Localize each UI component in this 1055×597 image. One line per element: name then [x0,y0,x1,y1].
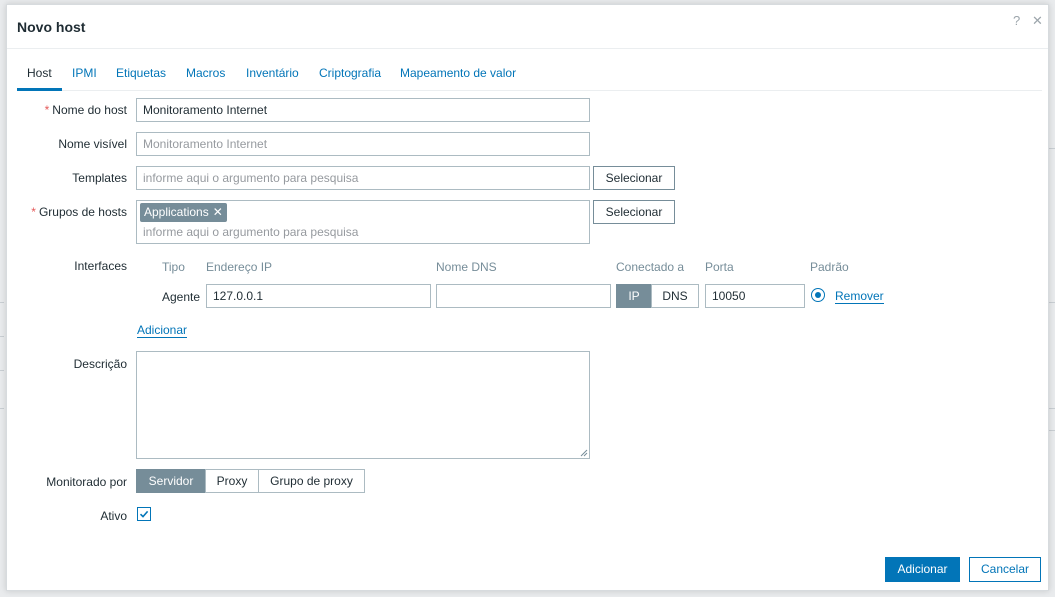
interface-connect-header: Conectado a [616,260,685,274]
help-icon[interactable]: ? [1013,13,1020,28]
connect-ip-option[interactable]: IP [616,284,652,308]
templates-search-input[interactable]: informe aqui o argumento para pesquisa [136,166,590,190]
cancel-button[interactable]: Cancelar [969,557,1041,582]
visible-name-label: Nome visível [58,137,127,151]
monitored-by-server-option[interactable]: Servidor [136,469,206,493]
interface-type-agent: Agente [162,290,201,304]
background-line [1049,148,1055,149]
description-textarea[interactable] [136,351,590,459]
connect-dns-option[interactable]: DNS [651,284,699,308]
interface-default-header: Padrão [810,260,849,274]
checkmark-icon [139,510,149,518]
tab-host[interactable]: Host [27,66,52,80]
background-line [1049,302,1055,303]
tab-macros[interactable]: Macros [186,66,225,80]
host-group-chip: Applications ✕ [140,203,227,222]
interface-dns-input[interactable] [436,284,611,308]
interface-port-input[interactable]: 10050 [705,284,805,308]
templates-label: Templates [72,171,127,185]
description-label: Descrição [73,357,127,371]
interface-ip-input[interactable]: 127.0.0.1 [206,284,431,308]
interfaces-label: Interfaces [74,259,127,273]
host-groups-label: * Grupos de hosts [9,205,127,219]
add-interface-link[interactable]: Adicionar [137,323,188,338]
tab-inventory[interactable]: Inventário [246,66,299,80]
background-line [0,336,4,337]
dialog-title: Novo host [17,19,86,35]
close-icon[interactable]: ✕ [1032,13,1043,29]
active-tab-indicator [17,88,62,91]
interface-type-header: Tipo [162,260,185,274]
resize-handle-icon[interactable] [580,449,588,457]
host-groups-select-button[interactable]: Selecionar [593,200,675,224]
visible-name-input[interactable]: Monitoramento Internet [136,132,590,156]
host-name-input[interactable]: Monitoramento Internet [136,98,590,122]
add-button[interactable]: Adicionar [885,557,960,582]
background-line [0,408,4,409]
tab-bar: Host IPMI Etiquetas Macros Inventário Cr… [17,61,1042,91]
interface-ip-header: Endereço IP [206,260,273,274]
interface-dns-header: Nome DNS [436,260,497,274]
tab-value-mapping[interactable]: Mapeamento de valor [400,66,516,80]
tab-ipmi[interactable]: IPMI [72,66,97,80]
host-groups-multiselect[interactable]: Applications ✕ informe aqui o argumento p… [136,200,590,244]
templates-select-button[interactable]: Selecionar [593,166,675,190]
chip-remove-icon[interactable]: ✕ [213,205,223,219]
host-group-chip-label: Applications [144,205,209,219]
host-name-label-text: Nome do host [52,103,127,117]
host-groups-label-text: Grupos de hosts [38,205,127,219]
interface-port-header: Porta [705,260,734,274]
enabled-label: Ativo [100,509,127,523]
monitored-by-proxy-option[interactable]: Proxy [205,469,259,493]
new-host-dialog: Novo host ? ✕ Host IPMI Etiquetas Macros… [6,4,1049,591]
required-marker: * [44,103,50,117]
host-name-label: * Nome do host [9,103,127,117]
background-line [1049,430,1055,431]
background-line [0,370,4,371]
default-interface-radio[interactable] [811,288,825,302]
required-marker: * [31,205,36,219]
monitored-by-proxy-group-option[interactable]: Grupo de proxy [258,469,365,493]
enabled-checkbox[interactable] [137,507,151,521]
tab-tags[interactable]: Etiquetas [116,66,166,80]
background-line [0,302,4,303]
host-groups-search-input[interactable]: informe aqui o argumento para pesquisa [143,222,358,242]
monitored-by-label: Monitorado por [46,475,127,489]
dialog-header: Novo host ? ✕ [7,5,1048,49]
tab-encryption[interactable]: Criptografia [319,66,381,80]
background-line [1049,408,1055,409]
remove-interface-link[interactable]: Remover [835,289,884,304]
